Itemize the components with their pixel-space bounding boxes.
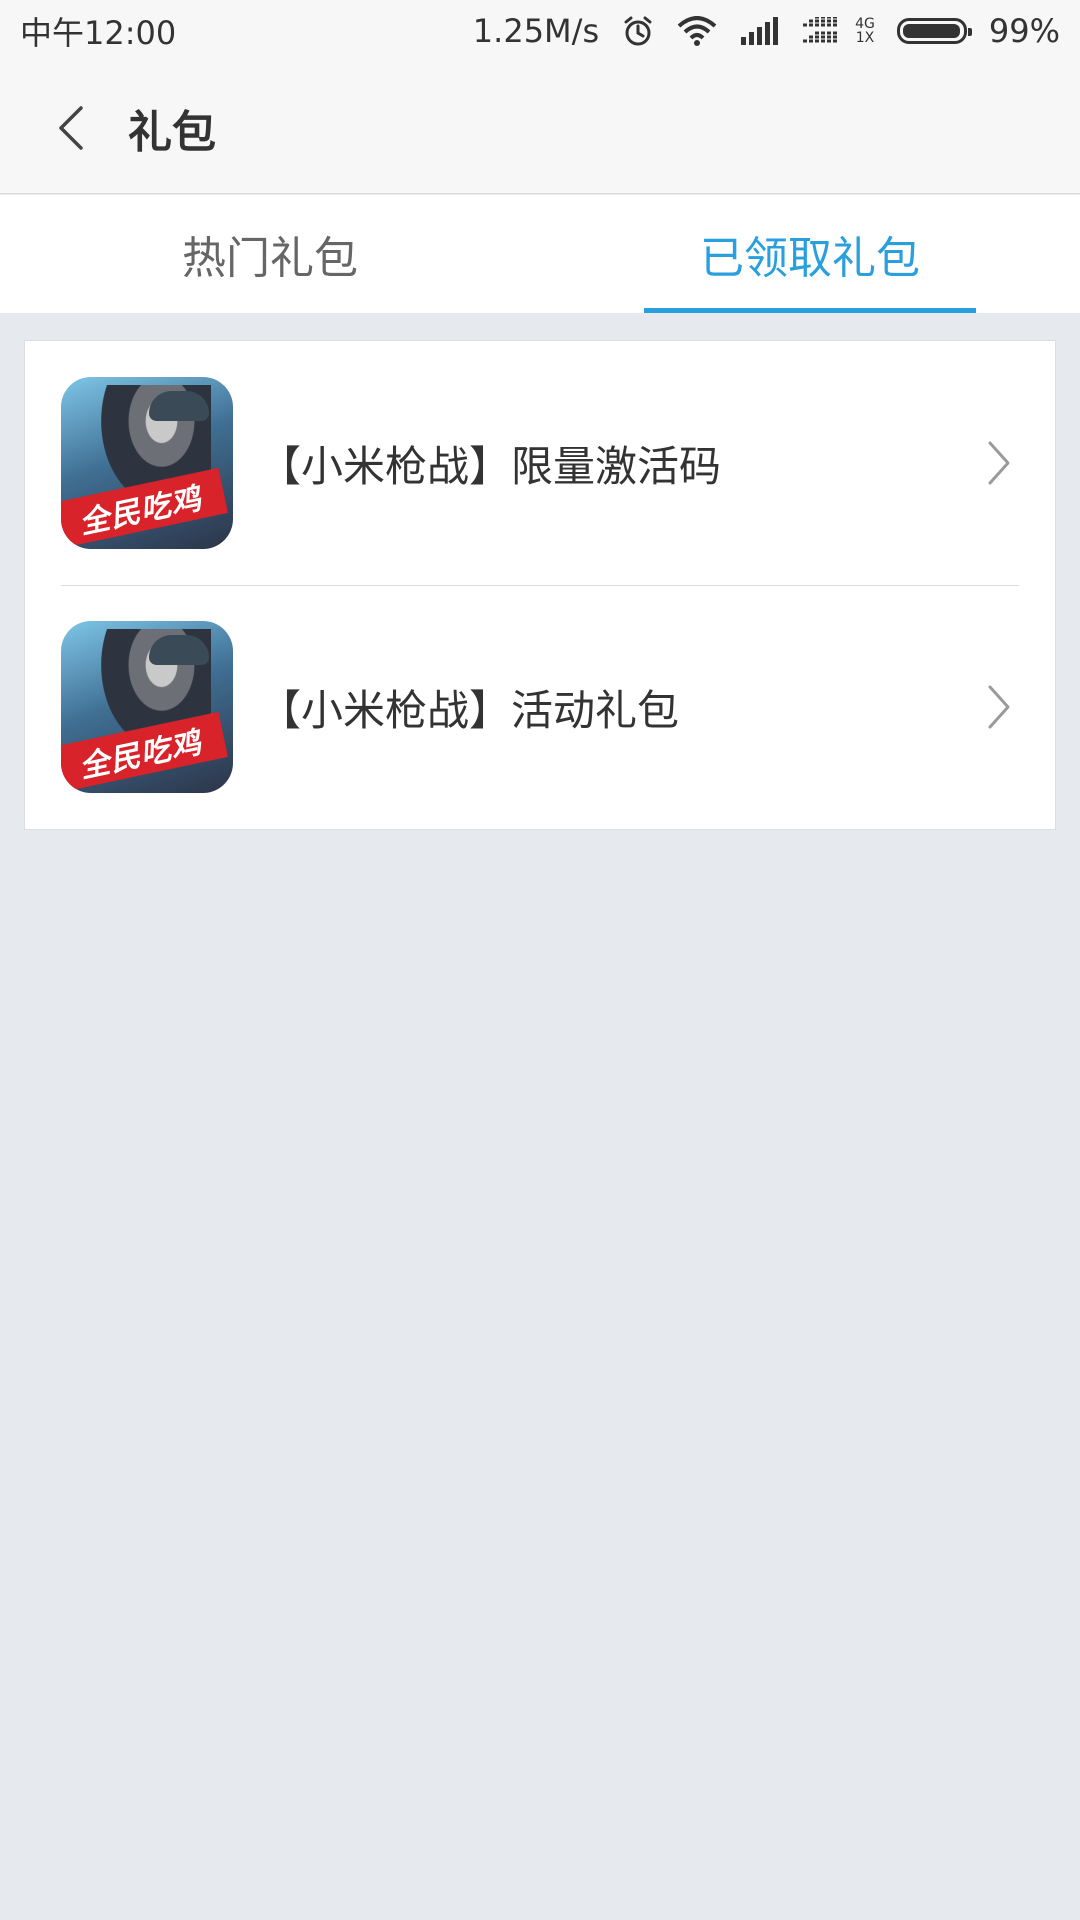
tab-label: 已领取礼包	[700, 233, 920, 284]
game-icon: 全民吃鸡	[61, 377, 233, 549]
network-type: 4G 1X	[855, 17, 875, 45]
alarm-icon	[621, 14, 655, 48]
header: 礼包	[0, 62, 1080, 194]
status-bar: 中午12:00 1.25M/s 4G 1X 99%	[0, 0, 1080, 62]
back-button[interactable]	[30, 88, 110, 168]
tab-active-indicator	[644, 308, 976, 313]
gift-title: 【小米枪战】活动礼包	[259, 685, 680, 735]
game-icon-helmet	[149, 391, 209, 421]
wifi-icon	[677, 16, 717, 46]
back-arrow-icon	[59, 105, 83, 150]
chevron-right-icon	[979, 677, 1019, 737]
game-icon-helmet	[149, 635, 209, 665]
tab-bar: 热门礼包 已领取礼包	[0, 195, 1080, 313]
status-time: 中午12:00	[20, 14, 177, 52]
chevron-right-icon	[979, 433, 1019, 493]
gift-title: 【小米枪战】限量激活码	[259, 441, 722, 491]
gift-item[interactable]: 全民吃鸡 【小米枪战】活动礼包	[25, 585, 1055, 829]
signal-secondary-icon	[801, 17, 839, 45]
gift-list: 全民吃鸡 【小米枪战】限量激活码 全民吃鸡 【小米枪战】活动礼包	[24, 340, 1056, 830]
gift-item[interactable]: 全民吃鸡 【小米枪战】限量激活码	[25, 341, 1055, 585]
battery-icon	[896, 18, 972, 44]
status-right: 1.25M/s 4G 1X 99%	[473, 12, 1060, 50]
network-speed: 1.25M/s	[472, 12, 600, 50]
tab-claimed-gifts[interactable]: 已领取礼包	[540, 195, 1080, 313]
tab-label: 热门礼包	[182, 233, 358, 284]
network-type-top: 4G	[855, 16, 875, 32]
battery-percent: 99%	[988, 12, 1060, 50]
network-type-bottom: 1X	[855, 30, 875, 46]
battery-fill	[902, 24, 961, 38]
tab-hot-gifts[interactable]: 热门礼包	[0, 195, 540, 313]
page-title: 礼包	[128, 106, 216, 158]
game-icon: 全民吃鸡	[61, 621, 233, 793]
signal-icon	[739, 17, 779, 45]
